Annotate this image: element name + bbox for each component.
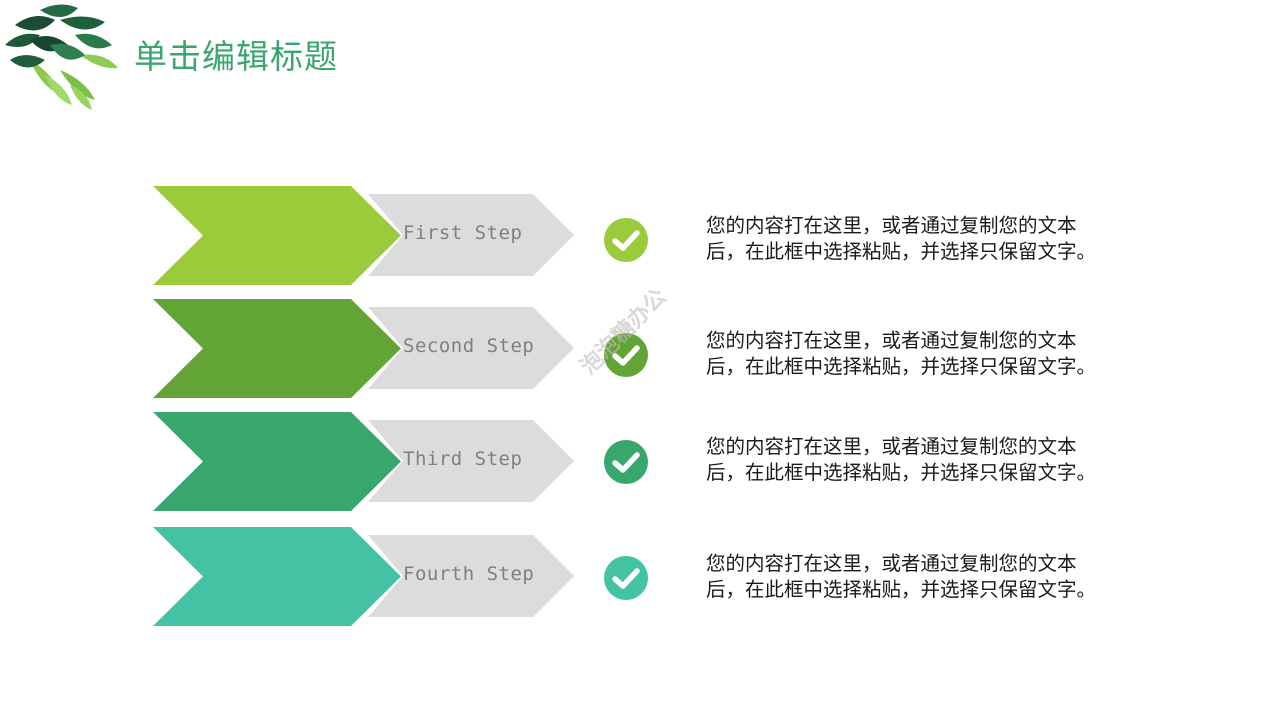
step-description[interactable]: 您的内容打在这里，或者通过复制您的文本 后，在此框中选择粘贴，并选择只保留文字。	[706, 551, 1146, 603]
step-color-chevron	[153, 412, 401, 511]
check-circle-bg	[604, 218, 648, 262]
step-description-line-1: 您的内容打在这里，或者通过复制您的文本	[706, 435, 1077, 458]
check-circle-icon	[604, 333, 648, 377]
step-row-3: Third Step 您的内容打在这里，或者通过复制您的文本 后，在此框中选择粘…	[0, 412, 1280, 512]
color-chevron-shape	[153, 186, 401, 285]
check-circle-icon	[604, 218, 648, 262]
step-description-line-2: 后，在此框中选择粘贴，并选择只保留文字。	[706, 578, 1097, 601]
step-description-line-1: 您的内容打在这里，或者通过复制您的文本	[706, 214, 1077, 237]
step-color-chevron	[153, 527, 401, 626]
step-description-line-2: 后，在此框中选择粘贴，并选择只保留文字。	[706, 240, 1097, 263]
check-circle-bg	[604, 440, 648, 484]
step-description-line-1: 您的内容打在这里，或者通过复制您的文本	[706, 552, 1077, 575]
step-row-2: Second Step 您的内容打在这里，或者通过复制您的文本 后，在此框中选择…	[0, 299, 1280, 399]
step-description-line-2: 后，在此框中选择粘贴，并选择只保留文字。	[706, 461, 1097, 484]
check-circle-bg	[604, 333, 648, 377]
step-color-chevron	[153, 299, 401, 398]
step-label[interactable]: Second Step	[403, 335, 534, 357]
check-circle-icon	[604, 556, 648, 600]
step-color-chevron	[153, 186, 401, 285]
step-description-line-1: 您的内容打在这里，或者通过复制您的文本	[706, 329, 1077, 352]
check-circle-icon	[604, 440, 648, 484]
color-chevron-shape	[153, 299, 401, 398]
step-description[interactable]: 您的内容打在这里，或者通过复制您的文本 后，在此框中选择粘贴，并选择只保留文字。	[706, 434, 1146, 486]
step-row-4: Fourth Step 您的内容打在这里，或者通过复制您的文本 后，在此框中选择…	[0, 527, 1280, 627]
color-chevron-shape	[153, 527, 401, 626]
step-row-1: First Step 您的内容打在这里，或者通过复制您的文本 后，在此框中选择粘…	[0, 186, 1280, 286]
step-label[interactable]: Third Step	[403, 448, 522, 470]
step-description-line-2: 后，在此框中选择粘贴，并选择只保留文字。	[706, 355, 1097, 378]
leaves-icon	[5, 4, 118, 110]
check-circle-bg	[604, 556, 648, 600]
step-label[interactable]: First Step	[403, 222, 522, 244]
step-description[interactable]: 您的内容打在这里，或者通过复制您的文本 后，在此框中选择粘贴，并选择只保留文字。	[706, 213, 1146, 265]
step-description[interactable]: 您的内容打在这里，或者通过复制您的文本 后，在此框中选择粘贴，并选择只保留文字。	[706, 328, 1146, 380]
step-label[interactable]: Fourth Step	[403, 563, 534, 585]
color-chevron-shape	[153, 412, 401, 511]
slide-title[interactable]: 单击编辑标题	[134, 30, 338, 78]
